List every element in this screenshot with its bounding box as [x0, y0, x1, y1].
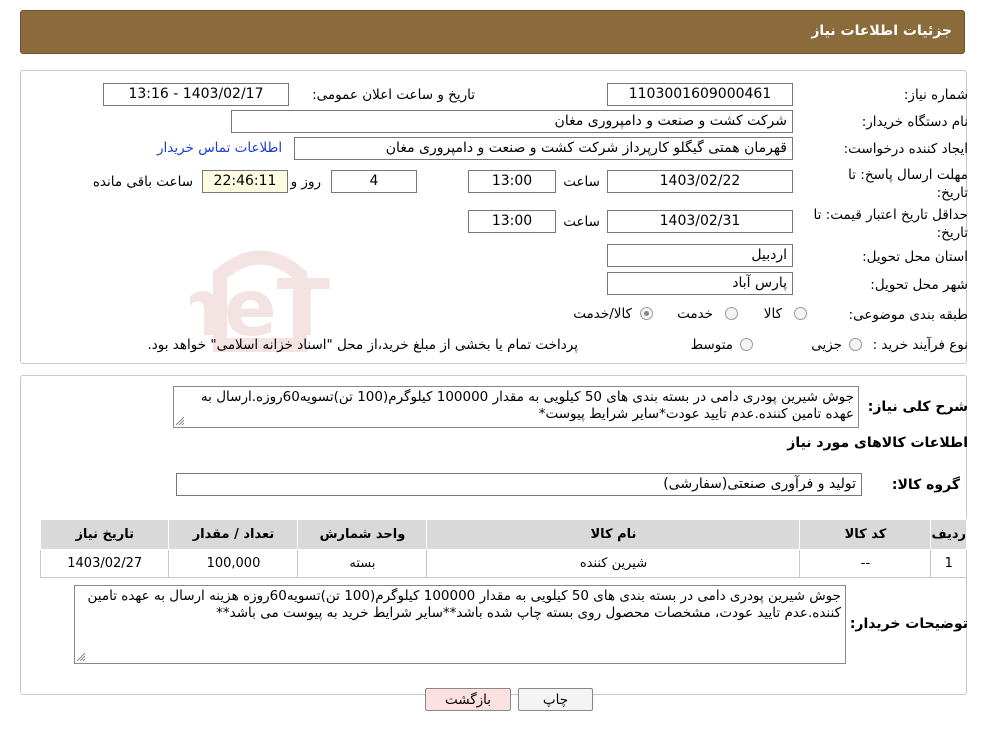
- need-number-label: شماره نیاز:: [903, 87, 968, 103]
- days-field: 4: [331, 170, 417, 193]
- process-radio-minor[interactable]: [849, 338, 862, 351]
- print-button[interactable]: چاپ: [518, 688, 593, 711]
- buyer-org-label: نام دستگاه خریدار:: [861, 114, 968, 130]
- category-radio-service[interactable]: [725, 307, 738, 320]
- remaining-time-field: 22:46:11: [202, 170, 288, 193]
- col-quantity: تعداد / مقدار: [168, 519, 299, 550]
- category-radio-goods-service[interactable]: [640, 307, 653, 320]
- category-goods-label: کالا: [763, 306, 782, 322]
- process-minor-label: جزیی: [811, 337, 842, 353]
- validity-time-field: 13:00: [468, 210, 556, 233]
- announce-label: تاریخ و ساعت اعلان عمومی:: [312, 87, 475, 103]
- col-need-date: تاریخ نیاز: [39, 519, 170, 550]
- need-number-field: 1103001609000461: [607, 83, 793, 106]
- validity-time-label: ساعت: [563, 214, 600, 230]
- col-item-code: کد کالا: [799, 519, 932, 550]
- col-item-name: نام کالا: [426, 519, 801, 550]
- process-label: نوع فرآیند خرید :: [872, 337, 968, 353]
- cell-row-number: 1: [930, 549, 967, 578]
- table-row: 1 -- شیرین کننده بسته 100,000 1403/02/27: [39, 549, 967, 578]
- province-label: استان محل تحویل:: [862, 249, 968, 265]
- process-radio-medium[interactable]: [740, 338, 753, 351]
- cell-item-code: --: [799, 549, 932, 578]
- summary-textarea[interactable]: جوش شیرین پودری دامی در بسته بندی های 50…: [173, 386, 859, 428]
- buyer-notes-text: جوش شیرین پودری دامی در بسته بندی های 50…: [87, 588, 841, 621]
- announce-field: 1403/02/17 - 13:16: [103, 83, 289, 106]
- category-service-label: خدمت: [677, 306, 713, 322]
- buyer-org-field: شرکت کشت و صنعت و دامپروری مغان: [231, 110, 793, 133]
- process-medium-label: متوسط: [690, 337, 733, 353]
- deadline-date-field: 1403/02/22: [607, 170, 793, 193]
- category-label: طبقه بندی موضوعی:: [848, 307, 968, 323]
- city-label: شهر محل تحویل:: [870, 277, 968, 293]
- col-row-number: ردیف: [930, 519, 967, 550]
- validity-label: حداقل تاریخ اعتبار قیمت: تا تاریخ:: [813, 207, 968, 241]
- col-unit: واحد شمارش: [297, 519, 428, 550]
- deadline-time-label: ساعت: [563, 174, 600, 190]
- province-field: اردبیل: [607, 244, 793, 267]
- deadline-time-field: 13:00: [468, 170, 556, 193]
- category-radio-goods[interactable]: [794, 307, 807, 320]
- buyer-notes-textarea[interactable]: جوش شیرین پودری دامی در بسته بندی های 50…: [74, 585, 846, 664]
- goods-group-field: تولید و فرآوری صنعتی(سفارشی): [176, 473, 862, 496]
- buyer-notes-label: توضیحات خریدار:: [849, 616, 968, 632]
- city-field: پارس آباد: [607, 272, 793, 295]
- goods-group-label: گروه کالا:: [891, 477, 960, 493]
- buyer-contact-link[interactable]: اطلاعات تماس خریدار: [157, 140, 282, 156]
- back-button[interactable]: بازگشت: [425, 688, 511, 711]
- summary-text: جوش شیرین پودری دامی در بسته بندی های 50…: [200, 389, 854, 422]
- summary-label: شرح کلی نیاز:: [867, 399, 968, 415]
- goods-table: ردیف کد کالا نام کالا واحد شمارش تعداد /…: [39, 519, 967, 578]
- validity-date-field: 1403/02/31: [607, 210, 793, 233]
- resize-grip-icon[interactable]: [77, 653, 85, 661]
- page-title: جزئیات اطلاعات نیاز: [811, 23, 952, 39]
- creator-label: ایجاد کننده درخواست:: [843, 141, 968, 157]
- cell-need-date: 1403/02/27: [39, 549, 170, 578]
- deadline-label: مهلت ارسال پاسخ: تا تاریخ:: [848, 167, 968, 201]
- cell-item-name: شیرین کننده: [426, 549, 801, 578]
- remaining-label: ساعت باقی مانده: [92, 174, 193, 190]
- goods-section-title: اطلاعات کالاهای مورد نیاز: [787, 435, 968, 451]
- cell-quantity: 100,000: [168, 549, 299, 578]
- category-goods-service-label: کالا/خدمت: [573, 306, 632, 322]
- resize-grip-icon[interactable]: [176, 417, 184, 425]
- creator-field: قهرمان همتی گیگلو کارپرداز شرکت کشت و صن…: [294, 137, 793, 160]
- cell-unit: بسته: [297, 549, 428, 578]
- process-note: پرداخت تمام یا بخشی از مبلغ خرید،از محل …: [147, 337, 578, 353]
- goods-table-header: ردیف کد کالا نام کالا واحد شمارش تعداد /…: [39, 519, 967, 550]
- days-label: روز و: [290, 174, 321, 190]
- page-header: جزئیات اطلاعات نیاز: [20, 10, 965, 54]
